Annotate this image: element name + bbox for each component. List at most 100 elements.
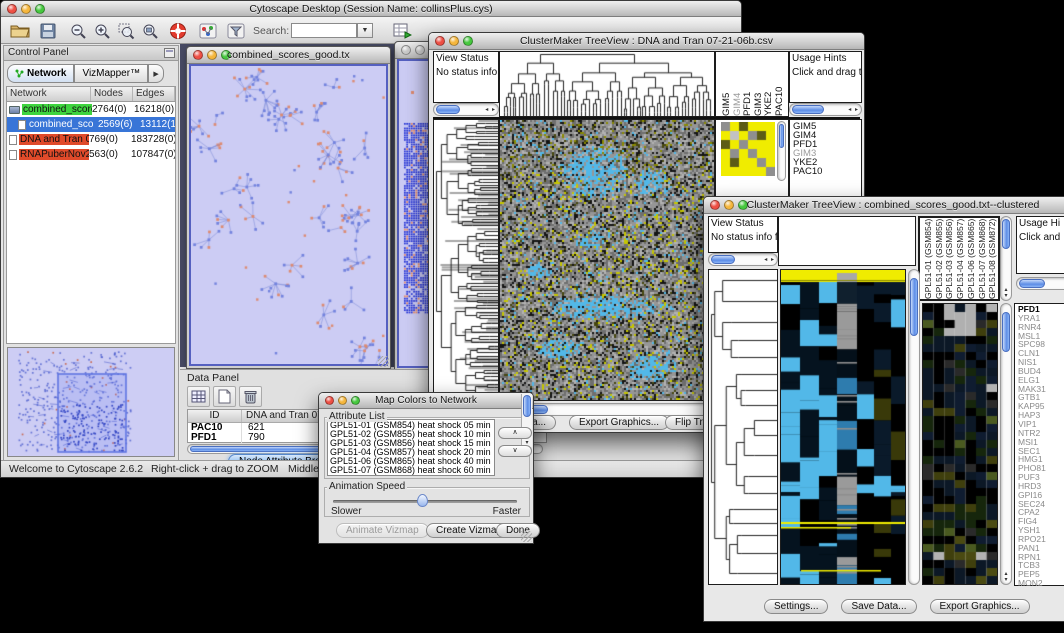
net1-canvas-area[interactable]	[189, 64, 388, 366]
minimize-button[interactable]	[338, 396, 347, 405]
birdseye-view[interactable]	[7, 347, 175, 457]
minimize-button[interactable]	[21, 4, 31, 14]
network-table-row[interactable]: combined_scores 2764(0) 16218(0)	[7, 102, 175, 117]
treeview-button[interactable]: Export Graphics...	[930, 599, 1030, 614]
tab-network[interactable]: Network	[7, 64, 74, 83]
tv2-zoom-view[interactable]	[922, 303, 998, 585]
scrollbar-arrows-icon[interactable]	[764, 254, 775, 265]
import-table-icon[interactable]	[391, 20, 413, 41]
column-label[interactable]: YKE2	[763, 54, 774, 116]
search-input[interactable]	[291, 23, 357, 38]
float-panel-icon[interactable]	[164, 48, 175, 58]
open-file-icon[interactable]	[9, 20, 31, 41]
close-button[interactable]	[435, 36, 445, 46]
col-edges[interactable]: Edges	[133, 87, 175, 101]
minimize-button[interactable]	[415, 45, 425, 55]
resize-grip[interactable]	[378, 356, 389, 367]
treeview-button[interactable]: Settings...	[764, 599, 828, 614]
column-label[interactable]: GIM5	[721, 54, 732, 116]
close-button[interactable]	[710, 200, 720, 210]
zoom-in-icon[interactable]	[91, 20, 113, 41]
main-titlebar[interactable]: Cytoscape Desktop (Session Name: collins…	[1, 1, 741, 17]
tv2-heatmap[interactable]	[780, 269, 906, 585]
close-button[interactable]	[401, 45, 411, 55]
column-label[interactable]: GPL51-08 (GSM872)	[987, 220, 998, 299]
scrollbar-thumb[interactable]	[1002, 219, 1010, 249]
tv1-hints-scrollbar[interactable]	[789, 103, 862, 116]
scrollbar-thumb[interactable]	[910, 278, 918, 336]
zoom-fit-icon[interactable]	[139, 20, 161, 41]
help-lifesaver-icon[interactable]	[167, 20, 189, 41]
column-label[interactable]: GIM3	[753, 54, 764, 116]
treeview-button[interactable]: Save Data...	[841, 599, 916, 614]
close-button[interactable]	[193, 50, 203, 60]
scrollbar-arrows-icon[interactable]	[1001, 287, 1011, 299]
tv2-column-labels-vscrollbar[interactable]	[1000, 216, 1012, 301]
move-down-button[interactable]: ∨	[498, 445, 532, 457]
search-dropdown-arrow[interactable]: ▼	[357, 23, 373, 38]
vizmap-icon[interactable]	[197, 20, 219, 41]
column-label[interactable]: GPL51-07 (GSM868)	[977, 220, 988, 299]
slider-thumb[interactable]	[417, 494, 428, 507]
tv2-row-dendrogram[interactable]	[708, 269, 778, 585]
column-label[interactable]: GIM4	[732, 54, 743, 116]
filter-icon[interactable]	[225, 20, 247, 41]
save-icon[interactable]	[37, 20, 59, 41]
new-attribute-icon[interactable]	[213, 386, 236, 407]
animate-vizmap-button[interactable]: Animate Vizmap	[336, 523, 429, 538]
close-button[interactable]	[7, 4, 17, 14]
row-label[interactable]: PAC10	[793, 167, 861, 176]
column-label[interactable]: GPL51-01 (GSM854)	[923, 220, 934, 299]
minimize-button[interactable]	[449, 36, 459, 46]
column-label[interactable]: PAC10	[774, 54, 785, 116]
delete-attribute-trash-icon[interactable]	[239, 386, 262, 407]
scrollbar-thumb[interactable]	[1019, 279, 1045, 288]
tv1-heatmap[interactable]	[499, 119, 715, 401]
scrollbar-thumb[interactable]	[779, 124, 784, 148]
tab-vizmapper[interactable]: VizMapper™	[74, 64, 148, 83]
export-graphics-button[interactable]: Export Graphics...	[569, 415, 669, 430]
column-label[interactable]: PFD1	[742, 54, 753, 116]
close-button[interactable]	[325, 396, 334, 405]
col-nodes[interactable]: Nodes	[91, 87, 133, 101]
scrollbar-thumb[interactable]	[711, 255, 735, 264]
minimize-button[interactable]	[724, 200, 734, 210]
tv2-column-tree-area[interactable]	[778, 216, 916, 266]
scrollbar-arrows-icon[interactable]	[848, 104, 859, 115]
column-label[interactable]: GPL51-04 (GSM857)	[955, 220, 966, 299]
tv1-detail-vscrollbar[interactable]	[777, 121, 786, 181]
tv1-titlebar[interactable]: ClusterMaker TreeView : DNA and Tran 07-…	[429, 33, 864, 50]
network-table-row[interactable]: DNA and Tran 07 769(0) 183728(0)	[7, 132, 175, 147]
tv2-status-scrollbar[interactable]	[708, 253, 778, 266]
gene-label[interactable]: MON2	[1018, 579, 1064, 588]
column-label[interactable]: GPL51-06 (GSM865)	[966, 220, 977, 299]
tv1-column-dendrogram[interactable]	[499, 51, 715, 117]
done-button[interactable]: Done	[496, 523, 540, 538]
scrollbar-arrows-icon[interactable]	[485, 104, 496, 115]
dialog-titlebar[interactable]: Map Colors to Network	[319, 393, 533, 409]
tab-overflow-chevron-icon[interactable]: ▶	[148, 64, 164, 83]
network-table-row[interactable]: RNAPuberNov2+| 563(0) 107847(0)	[7, 147, 175, 162]
attribute-list-vscrollbar[interactable]	[521, 394, 532, 447]
scrollbar-arrows-icon[interactable]	[1001, 571, 1011, 583]
attribute-table-icon[interactable]	[187, 386, 210, 407]
tv1-status-scrollbar[interactable]	[433, 103, 499, 116]
minimize-button[interactable]	[207, 50, 217, 60]
tv2-titlebar[interactable]: ClusterMaker TreeView : combined_scores_…	[704, 197, 1064, 214]
tv2-heatmap-vscrollbar[interactable]	[908, 269, 920, 585]
move-up-button[interactable]: ∧	[498, 427, 532, 439]
col-network[interactable]: Network	[7, 87, 91, 101]
resize-grip[interactable]	[521, 531, 532, 542]
tv2-hints-scrollbar[interactable]	[1016, 277, 1064, 290]
column-label[interactable]: GPL51-02 (GSM855)	[934, 220, 945, 299]
tv1-row-dendrogram[interactable]	[433, 119, 499, 401]
net1-titlebar[interactable]: combined_scores_good.txt--cluste...	[187, 47, 390, 64]
attribute-list-item[interactable]: GPL51-07 (GSM868) heat shock 60 min	[330, 466, 492, 475]
network-table-row[interactable]: combined_sco 2569(6) 13112(15)	[7, 117, 175, 132]
zoom-out-icon[interactable]	[67, 20, 89, 41]
zoom-selected-icon[interactable]	[115, 20, 137, 41]
scrollbar-thumb[interactable]	[792, 105, 824, 114]
scrollbar-thumb[interactable]	[436, 105, 460, 114]
scrollbar-thumb[interactable]	[1002, 312, 1010, 352]
col-id[interactable]: ID	[188, 410, 242, 422]
